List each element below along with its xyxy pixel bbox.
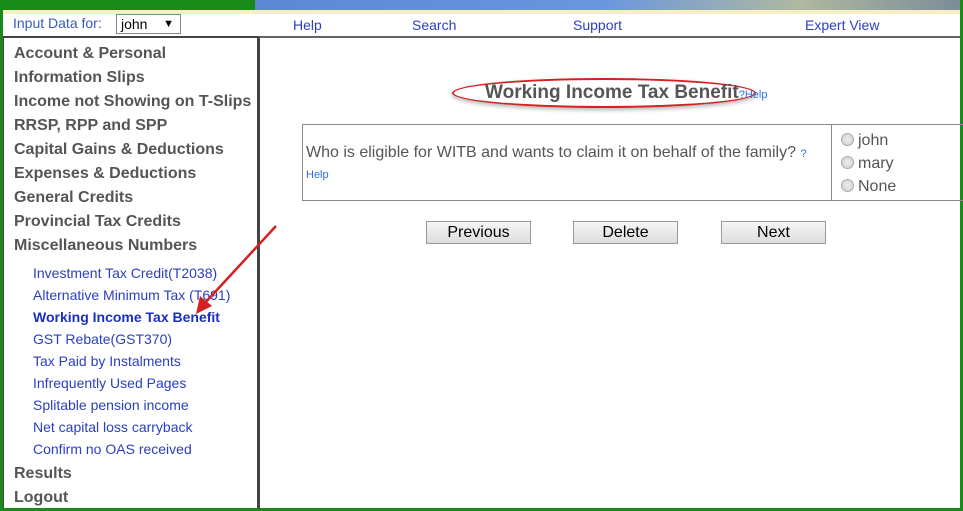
sidebar-section[interactable]: RRSP, RPP and SPP [14,117,167,135]
question-cell: Who is eligible for WITB and wants to cl… [303,125,832,200]
nav-support[interactable]: Support [573,17,622,33]
person-select-value: john [121,16,148,32]
sidebar-section[interactable]: Capital Gains & Deductions [14,141,224,159]
title-help-link[interactable]: ?Help [739,89,768,101]
question-text: Who is eligible for WITB and wants to cl… [306,144,796,161]
radio-icon[interactable] [841,133,854,146]
delete-button[interactable]: Delete [573,221,678,244]
input-data-label: Input Data for: [13,15,102,31]
top-bar: Input Data for: john ▼ Help Search Suppor… [3,14,960,36]
sidebar-results[interactable]: Results [14,465,72,483]
nav-help[interactable]: Help [293,17,322,33]
divider [255,36,960,38]
sidebar-section[interactable]: Income not Showing on T-Slips [14,93,251,111]
sidebar-link[interactable]: GST Rebate(GST370) [33,331,172,347]
option-mary[interactable]: mary [841,155,894,173]
option-none[interactable]: None [841,178,896,196]
sidebar-link[interactable]: Tax Paid by Instalments [33,353,181,369]
sidebar-link[interactable]: Net capital loss carryback [33,419,193,435]
sidebar-section[interactable]: Provincial Tax Credits [14,213,181,231]
option-label: john [858,132,889,149]
option-label: None [858,178,897,195]
dropdown-arrow-icon: ▼ [163,18,174,30]
nav-expert-view[interactable]: Expert View [805,17,879,33]
sidebar-section[interactable]: Account & Personal [14,45,166,63]
previous-button[interactable]: Previous [426,221,531,244]
sidebar-logout[interactable]: Logout [14,489,68,507]
page-title-text: Working Income Tax Benefit [485,82,739,103]
page-title: Working Income Tax Benefit?Help [485,82,767,104]
option-label: mary [858,155,894,172]
radio-icon[interactable] [841,179,854,192]
person-select[interactable]: john ▼ [116,14,181,34]
sidebar-section[interactable]: Information Slips [14,69,145,87]
option-john[interactable]: john [841,132,888,150]
sidebar-section[interactable]: General Credits [14,189,133,207]
sidebar-link[interactable]: Infrequently Used Pages [33,375,186,391]
sidebar-section[interactable]: Expenses & Deductions [14,165,196,183]
radio-icon[interactable] [841,156,854,169]
sidebar-link[interactable]: Confirm no OAS received [33,441,192,457]
sidebar-section[interactable]: Miscellaneous Numbers [14,237,197,255]
nav-search[interactable]: Search [412,17,456,33]
question-table: Who is eligible for WITB and wants to cl… [302,124,963,201]
sidebar-link[interactable]: Splitable pension income [33,397,189,413]
next-button[interactable]: Next [721,221,826,244]
annotation-arrow-icon [196,225,277,314]
